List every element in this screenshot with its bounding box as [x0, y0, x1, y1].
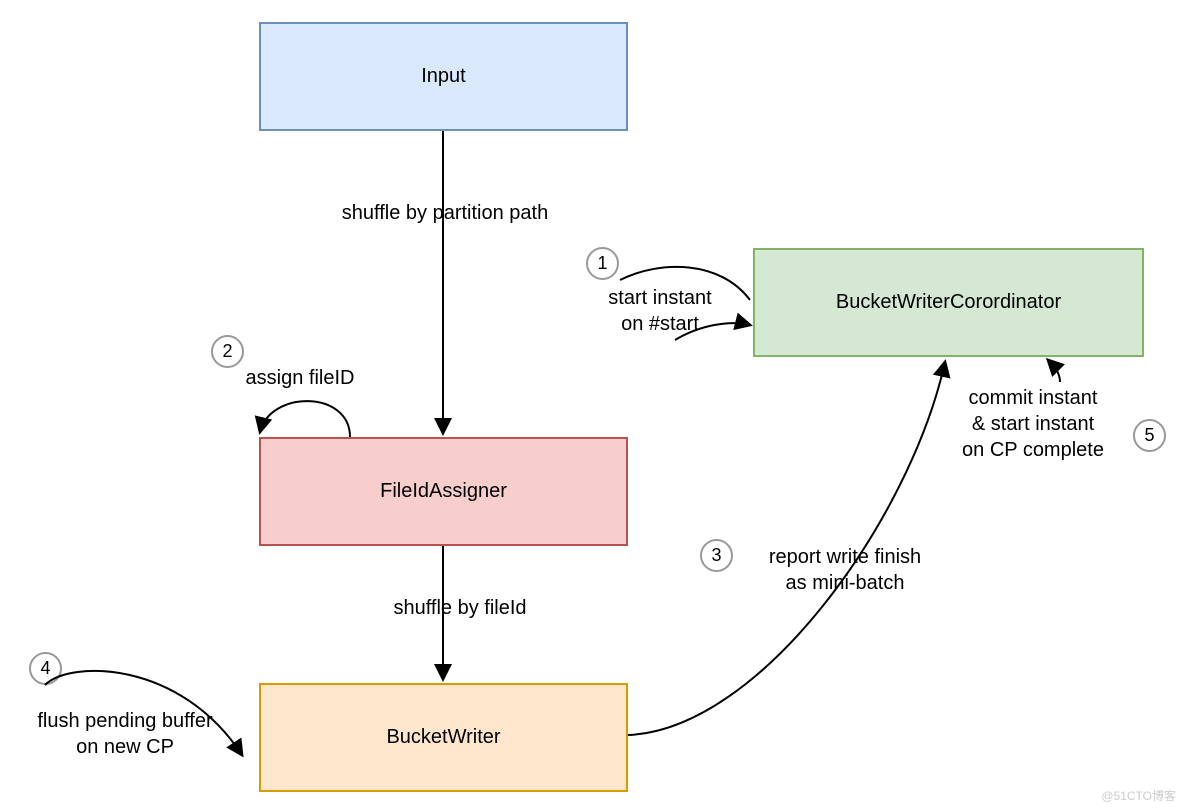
- watermark: @51CTO博客: [1101, 787, 1176, 804]
- node-fileid-assigner: FileIdAssigner: [259, 437, 628, 546]
- node-bucket-writer: BucketWriter: [259, 683, 628, 792]
- edge-label-commit-instant: commit instant & start instant on CP com…: [928, 385, 1138, 463]
- edge-label-report-write: report write finish as mini-batch: [735, 544, 955, 596]
- edge-label-start-instant: start instant on #start: [570, 285, 750, 337]
- node-coordinator: BucketWriterCorordinator: [753, 248, 1144, 357]
- edge-label-shuffle-partition: shuffle by partition path: [300, 200, 590, 226]
- edge-label-shuffle-fileid: shuffle by fileId: [370, 595, 550, 621]
- node-coordinator-label: BucketWriterCorordinator: [836, 291, 1061, 314]
- node-fileid-assigner-label: FileIdAssigner: [380, 480, 507, 503]
- node-input: Input: [259, 22, 628, 131]
- edge-label-flush-pending: flush pending buffer on new CP: [10, 708, 240, 760]
- step-badge-3: 3: [700, 539, 733, 572]
- step-badge-1: 1: [586, 247, 619, 280]
- step-badge-5: 5: [1133, 419, 1166, 452]
- edge-label-assign-fileid: assign fileID: [230, 365, 370, 391]
- step-badge-4: 4: [29, 652, 62, 685]
- node-bucket-writer-label: BucketWriter: [386, 726, 500, 749]
- node-input-label: Input: [421, 65, 465, 88]
- step-badge-2: 2: [211, 335, 244, 368]
